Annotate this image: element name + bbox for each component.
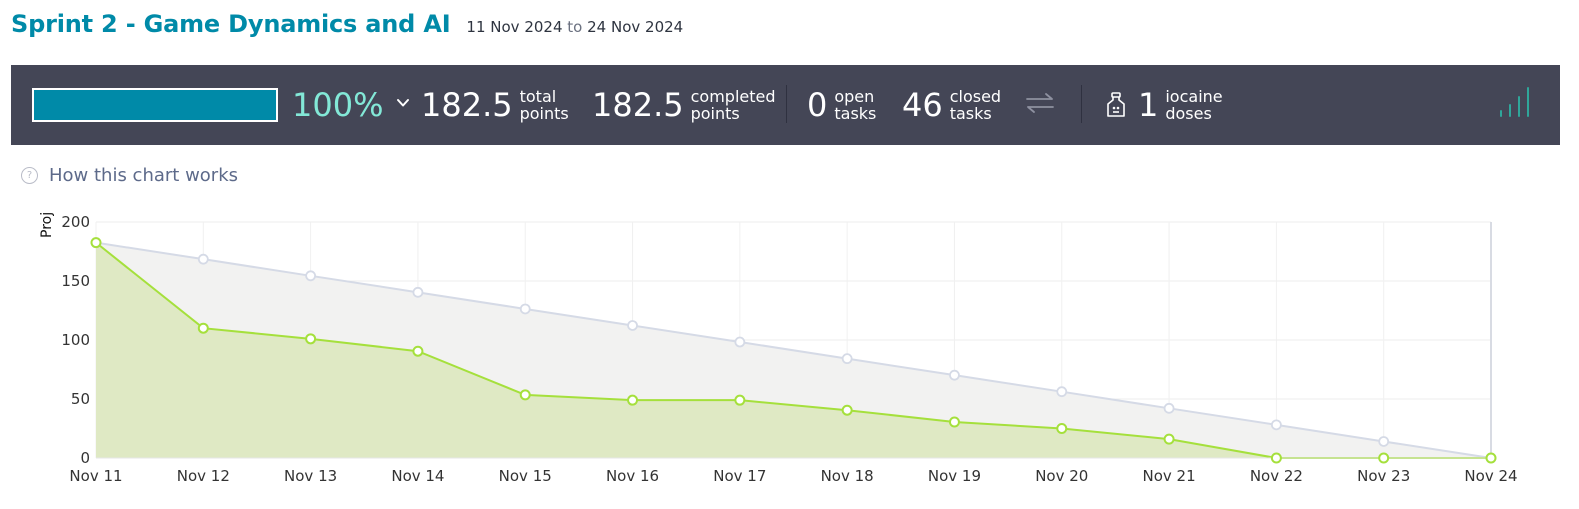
iocaine-doses-stat: 1 iocaine doses bbox=[1138, 85, 1223, 125]
ideal-point bbox=[734, 336, 746, 348]
open-tasks-value: 0 bbox=[807, 86, 828, 124]
x-tick-label: Nov 19 bbox=[928, 467, 981, 485]
total-points-label-2: points bbox=[519, 104, 569, 123]
sprint-header: Sprint 2 - Game Dynamics and AI 11 Nov 2… bbox=[11, 10, 683, 38]
y-tick-label: 200 bbox=[61, 213, 90, 231]
x-tick-label: Nov 23 bbox=[1357, 467, 1410, 485]
x-tick-label: Nov 24 bbox=[1464, 467, 1517, 485]
date-separator: to bbox=[567, 18, 583, 36]
iocaine-doses-label-1: iocaine bbox=[1165, 87, 1223, 106]
y-axis-label: Proj bbox=[39, 212, 55, 238]
open-tasks-label-2: tasks bbox=[834, 104, 877, 123]
sprint-end-date: 24 Nov 2024 bbox=[587, 18, 684, 36]
signal-bars-icon[interactable] bbox=[1497, 85, 1535, 119]
y-tick-label: 100 bbox=[61, 331, 90, 349]
ideal-point bbox=[1056, 386, 1068, 398]
x-tick-label: Nov 12 bbox=[177, 467, 230, 485]
actual-point bbox=[519, 389, 531, 401]
sprint-progress-fill bbox=[34, 90, 276, 120]
actual-point bbox=[948, 416, 960, 428]
sprint-stats-bar: 100% 182.5 total points 182.5 completed … bbox=[11, 65, 1560, 145]
open-tasks-label-1: open bbox=[834, 87, 875, 106]
sprint-title: Sprint 2 - Game Dynamics and AI bbox=[11, 10, 451, 38]
x-tick-label: Nov 22 bbox=[1250, 467, 1303, 485]
sprint-progress-bar bbox=[32, 88, 278, 122]
closed-tasks-label-2: tasks bbox=[949, 104, 992, 123]
actual-point bbox=[1163, 433, 1175, 445]
question-circle-icon: ? bbox=[21, 167, 38, 184]
total-points-stat: 182.5 total points bbox=[421, 85, 569, 125]
sprint-dates: 11 Nov 2024 to 24 Nov 2024 bbox=[466, 18, 683, 36]
actual-point bbox=[412, 345, 424, 357]
x-tick-label: Nov 15 bbox=[499, 467, 552, 485]
closed-tasks-stat: 46 closed tasks bbox=[902, 85, 1001, 125]
ideal-point bbox=[1163, 402, 1175, 414]
x-tick-label: Nov 21 bbox=[1143, 467, 1196, 485]
closed-tasks-value: 46 bbox=[902, 86, 943, 124]
x-tick-label: Nov 11 bbox=[69, 467, 122, 485]
actual-point bbox=[1270, 452, 1282, 464]
y-tick-label: 0 bbox=[80, 449, 90, 467]
x-tick-label: Nov 16 bbox=[606, 467, 659, 485]
progress-percent: 100% bbox=[292, 86, 384, 124]
ideal-point bbox=[305, 270, 317, 282]
actual-point bbox=[1378, 452, 1390, 464]
actual-point bbox=[627, 394, 639, 406]
x-tick-label: Nov 18 bbox=[821, 467, 874, 485]
burndown-chart: 0 50 100 150 200 Nov 11 Nov 12 Nov 13 Nov 14 Nov … bbox=[39, 212, 1518, 485]
completed-points-label-2: points bbox=[690, 104, 740, 123]
actual-point bbox=[841, 404, 853, 416]
actual-point bbox=[90, 237, 102, 249]
actual-point bbox=[734, 394, 746, 406]
x-tick-label: Nov 17 bbox=[713, 467, 766, 485]
sprint-start-date: 11 Nov 2024 bbox=[466, 18, 563, 36]
potion-bottle-icon bbox=[1107, 92, 1125, 117]
closed-tasks-label-1: closed bbox=[949, 87, 1002, 106]
iocaine-doses-label-2: doses bbox=[1165, 104, 1212, 123]
ideal-point bbox=[519, 303, 531, 315]
x-tick-label: Nov 20 bbox=[1035, 467, 1088, 485]
total-points-value: 182.5 bbox=[421, 86, 513, 124]
total-points-label-1: total bbox=[519, 87, 557, 106]
chevron-down-icon[interactable] bbox=[395, 95, 411, 111]
x-tick-label: Nov 13 bbox=[284, 467, 337, 485]
completed-points-stat: 182.5 completed points bbox=[592, 85, 776, 125]
actual-point bbox=[197, 322, 209, 334]
ideal-point bbox=[1378, 436, 1390, 447]
iocaine-doses-value: 1 bbox=[1138, 86, 1159, 124]
swap-arrows-icon[interactable] bbox=[1025, 91, 1055, 115]
ideal-point bbox=[841, 353, 853, 365]
open-tasks-stat: 0 open tasks bbox=[807, 85, 876, 125]
y-tick-label: 50 bbox=[71, 390, 90, 408]
stats-divider bbox=[1081, 85, 1082, 123]
ideal-point bbox=[197, 253, 209, 265]
completed-points-label-1: completed bbox=[690, 87, 776, 106]
actual-point bbox=[1056, 423, 1068, 434]
actual-point bbox=[305, 333, 317, 345]
ideal-point bbox=[949, 369, 960, 381]
completed-points-value: 182.5 bbox=[592, 86, 684, 124]
actual-point bbox=[1485, 452, 1497, 464]
x-tick-label: Nov 14 bbox=[391, 467, 444, 485]
ideal-point bbox=[1270, 419, 1282, 431]
how-chart-works-link[interactable]: ? How this chart works bbox=[21, 165, 238, 186]
y-tick-label: 150 bbox=[61, 272, 90, 290]
how-chart-works-text: How this chart works bbox=[49, 165, 239, 186]
stats-divider bbox=[786, 85, 787, 123]
ideal-point bbox=[412, 286, 424, 298]
ideal-point bbox=[627, 320, 638, 331]
